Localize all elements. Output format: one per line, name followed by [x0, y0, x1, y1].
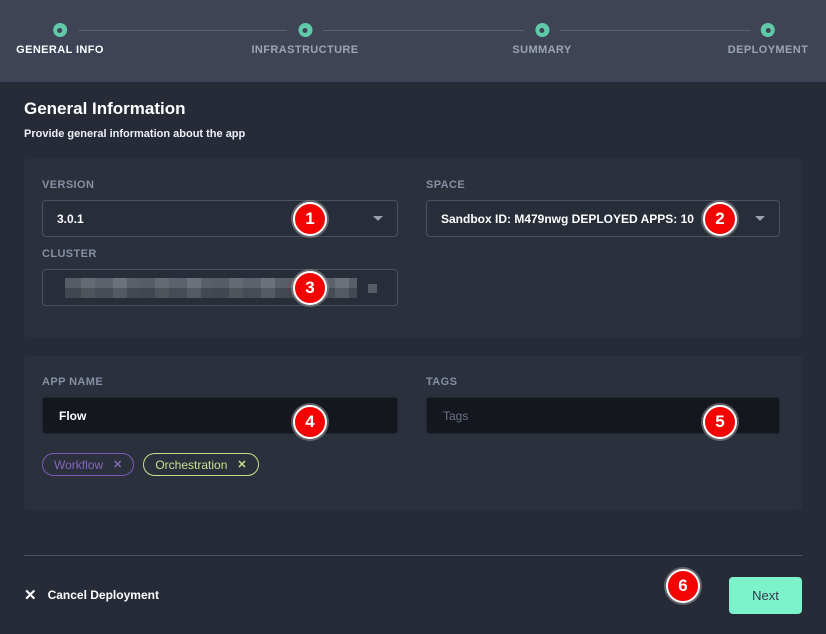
wizard-footer: ✕ Cancel Deployment Next: [0, 556, 826, 634]
step-deployment[interactable]: DEPLOYMENT: [728, 23, 808, 56]
step-label: INFRASTRUCTURE: [251, 44, 358, 56]
step-general-info[interactable]: GENERAL INFO: [16, 23, 104, 56]
deployment-wizard-window: GENERAL INFO INFRASTRUCTURE SUMMARY DEPL…: [0, 0, 826, 634]
step-dot-icon: [535, 23, 549, 37]
step-dot-icon: [761, 23, 775, 37]
step-summary[interactable]: SUMMARY: [512, 23, 571, 56]
annotation-badge-5: 5: [703, 405, 737, 439]
chevron-down-icon: [755, 216, 765, 221]
cancel-label: Cancel Deployment: [48, 588, 159, 602]
annotation-badge-3: 3: [293, 271, 327, 305]
cluster-field: CLUSTER: [42, 248, 784, 306]
close-icon: ✕: [24, 586, 37, 604]
version-value: 3.0.1: [57, 212, 84, 226]
annotation-badge-1: 1: [293, 202, 327, 236]
space-value: Sandbox ID: M479nwg DEPLOYED APPS: 10: [441, 212, 694, 226]
cancel-deployment-button[interactable]: ✕ Cancel Deployment: [24, 586, 159, 604]
app-name-input[interactable]: [42, 397, 398, 434]
step-dot-icon: [53, 23, 67, 37]
next-button[interactable]: Next: [729, 577, 802, 614]
cluster-label: CLUSTER: [42, 248, 784, 260]
redacted-blur-fragment: [368, 284, 377, 293]
cluster-value-box[interactable]: [42, 269, 398, 306]
wizard-stepper: GENERAL INFO INFRASTRUCTURE SUMMARY DEPL…: [0, 0, 826, 82]
version-select[interactable]: 3.0.1: [42, 200, 398, 237]
tag-chip-label: Orchestration: [155, 458, 227, 472]
version-label: VERSION: [42, 179, 398, 191]
step-dot-icon: [298, 23, 312, 37]
space-label: SPACE: [426, 179, 780, 191]
step-label: DEPLOYMENT: [728, 44, 808, 56]
tag-chip-label: Workflow: [54, 458, 103, 472]
version-field: VERSION 3.0.1: [42, 179, 398, 237]
app-name-label: APP NAME: [42, 376, 398, 388]
step-label: GENERAL INFO: [16, 44, 104, 56]
step-connector-line: [560, 30, 750, 31]
tags-label: TAGS: [426, 376, 780, 388]
remove-tag-icon[interactable]: ✕: [237, 458, 246, 471]
page-subtitle: Provide general information about the ap…: [24, 128, 802, 140]
page-title: General Information: [24, 99, 802, 119]
annotation-badge-2: 2: [703, 202, 737, 236]
annotation-badge-6: 6: [666, 569, 700, 603]
app-name-field: APP NAME Workflow ✕ Orchestration ✕: [42, 376, 398, 476]
general-settings-card: VERSION 3.0.1 SPACE Sandbox ID: M479nwg …: [24, 159, 802, 337]
tag-chip-list: Workflow ✕ Orchestration ✕: [42, 453, 398, 476]
chevron-down-icon: [373, 216, 383, 221]
app-details-card: APP NAME Workflow ✕ Orchestration ✕: [24, 356, 802, 510]
remove-tag-icon[interactable]: ✕: [113, 458, 122, 471]
annotation-badge-4: 4: [293, 405, 327, 439]
step-label: SUMMARY: [512, 44, 571, 56]
tag-chip-workflow[interactable]: Workflow ✕: [42, 453, 134, 476]
step-infrastructure[interactable]: INFRASTRUCTURE: [251, 23, 358, 56]
tag-chip-orchestration[interactable]: Orchestration ✕: [143, 453, 258, 476]
